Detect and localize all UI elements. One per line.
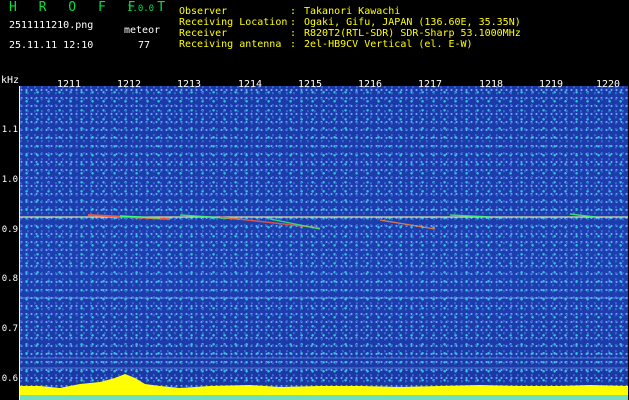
location-label: Receiving Location bbox=[179, 17, 288, 28]
x-tick-label: 1220 bbox=[596, 79, 621, 90]
location-value: Ogaki, Gifu, JAPAN (136.60E, 35.35N) bbox=[304, 17, 521, 28]
receiver-value: R820T2(RTL-SDR) SDR-Sharp 53.1000MHz bbox=[304, 28, 521, 39]
meteor-count: 77 bbox=[138, 40, 151, 51]
x-tick-label: 1214 bbox=[238, 79, 263, 90]
x-tick-label: 1212 bbox=[117, 79, 142, 90]
antenna-value: 2el-HB9CV Vertical (el. E-W) bbox=[304, 39, 473, 50]
y-axis-unit: kHz bbox=[1, 75, 20, 86]
observer-sep: : bbox=[290, 6, 297, 17]
x-tick-label: 1215 bbox=[298, 79, 323, 90]
spectrogram bbox=[20, 86, 628, 400]
location-sep: : bbox=[290, 17, 297, 28]
y-tick-label: 0.9 bbox=[1, 225, 18, 235]
antenna-sep: : bbox=[290, 39, 297, 50]
y-tick-label: 0.6 bbox=[1, 374, 18, 384]
y-tick-label: 0.8 bbox=[1, 274, 18, 284]
filename: 2511111210.png bbox=[9, 20, 94, 31]
receiver-sep: : bbox=[290, 28, 297, 39]
x-tick-label: 1217 bbox=[418, 79, 443, 90]
antenna-label: Receiving antenna bbox=[179, 39, 282, 50]
y-tick-label: 1.1 bbox=[1, 125, 18, 135]
x-tick-label: 1218 bbox=[479, 79, 504, 90]
header-panel: H R O F F T 1.0.0 2511111210.png 25.11.1… bbox=[0, 0, 629, 74]
observer-label: Observer bbox=[179, 6, 228, 17]
observer-value: Takanori Kawachi bbox=[304, 6, 401, 17]
y-tick-label: 0.7 bbox=[1, 324, 18, 334]
x-tick-label: 1216 bbox=[358, 79, 383, 90]
x-tick-label: 1219 bbox=[539, 79, 564, 90]
spectrogram-overlay bbox=[20, 213, 628, 400]
datetime: 25.11.11 12:10 bbox=[9, 40, 94, 51]
x-tick-label: 1211 bbox=[57, 79, 82, 90]
app-version: 1.0.0 bbox=[127, 4, 155, 14]
receiver-label: Receiver bbox=[179, 28, 228, 39]
y-tick-label: 1.0 bbox=[1, 175, 18, 185]
x-tick-label: 1213 bbox=[177, 79, 202, 90]
meteor-label: meteor bbox=[124, 25, 161, 36]
